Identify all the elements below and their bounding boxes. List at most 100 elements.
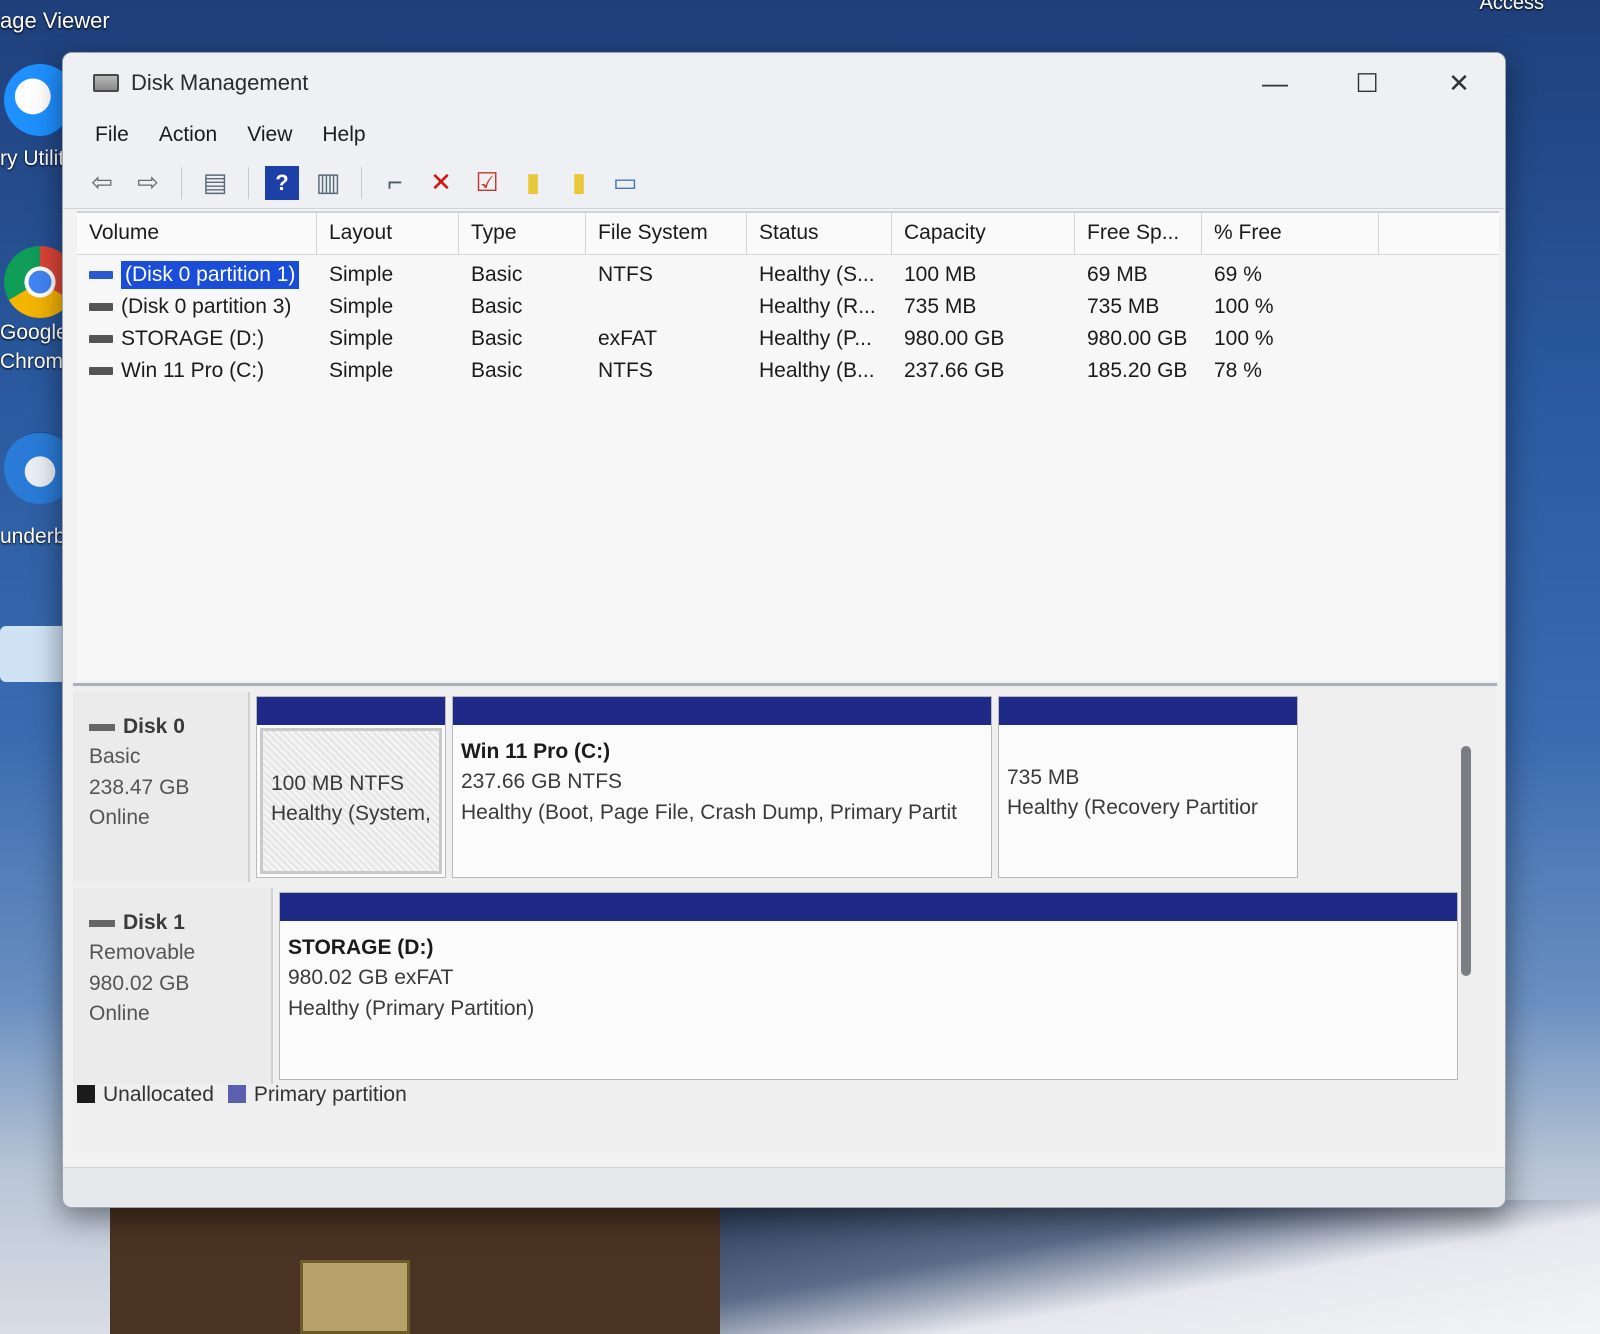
snow-scenery	[720, 1200, 1600, 1334]
drive-icon	[89, 367, 113, 375]
drive-icon	[89, 303, 113, 311]
drive-icon	[89, 335, 113, 343]
column-status[interactable]: Status	[747, 213, 892, 254]
menu-action[interactable]: Action	[159, 123, 217, 147]
partition-system[interactable]: 100 MB NTFS Healthy (System,	[256, 696, 446, 878]
partition-recovery[interactable]: 735 MB Healthy (Recovery Partitior	[998, 696, 1298, 878]
partition-status: Healthy (Primary Partition)	[288, 996, 535, 1020]
folder-search-icon[interactable]: ▮	[562, 166, 596, 200]
partition-bar	[999, 697, 1297, 725]
volume-list: Volume Layout Type File System Status Ca…	[77, 211, 1499, 681]
folder-up-icon[interactable]: ▮	[516, 166, 550, 200]
properties-icon[interactable]: ☑	[470, 166, 504, 200]
volume-status: Healthy (P...	[759, 327, 872, 350]
column-percent-free[interactable]: % Free	[1202, 213, 1379, 254]
volume-row[interactable]: (Disk 0 partition 1) Simple Basic NTFS H…	[77, 259, 1499, 291]
column-layout[interactable]: Layout	[317, 213, 459, 254]
disk-1-label[interactable]: Disk 1 Removable 980.02 GB Online	[73, 888, 273, 1084]
partition-size: 980.02 GB exFAT	[288, 966, 454, 990]
close-button[interactable]: ✕	[1413, 53, 1505, 113]
partition-c[interactable]: Win 11 Pro (C:) 237.66 GB NTFS Healthy (…	[452, 696, 992, 878]
column-volume[interactable]: Volume	[77, 213, 317, 254]
console-tree-icon[interactable]: ▤	[198, 166, 232, 200]
menu-bar: File Action View Help	[63, 113, 1505, 157]
volume-name: (Disk 0 partition 3)	[121, 295, 292, 318]
partition-d[interactable]: STORAGE (D:) 980.02 GB exFAT Healthy (Pr…	[279, 892, 1458, 1080]
volume-percent-free: 78 %	[1214, 359, 1262, 382]
delete-icon[interactable]: ✕	[424, 166, 458, 200]
volume-free-space: 980.00 GB	[1087, 327, 1188, 350]
cabin-scenery	[110, 1195, 730, 1334]
toolbar-separator	[181, 166, 182, 199]
disk-management-window: Disk Management — ☐ ✕ File Action View H…	[62, 52, 1506, 1208]
volume-capacity: 735 MB	[904, 295, 977, 318]
volume-capacity: 237.66 GB	[904, 359, 1005, 382]
window-icon[interactable]: ▭	[608, 166, 642, 200]
volume-type: Basic	[471, 263, 523, 286]
disk-size: 980.02 GB	[89, 971, 190, 995]
disk-0-row: Disk 0 Basic 238.47 GB Online 100 MB NTF…	[73, 692, 1458, 882]
desktop-top-left-label: age Viewer	[0, 8, 110, 33]
column-capacity[interactable]: Capacity	[892, 213, 1075, 254]
volume-percent-free: 100 %	[1214, 295, 1274, 318]
disk-kind: Removable	[89, 941, 196, 965]
help-icon[interactable]: ?	[265, 165, 299, 200]
volume-layout: Simple	[329, 263, 394, 286]
volume-status: Healthy (B...	[759, 359, 875, 382]
volume-free-space: 185.20 GB	[1087, 359, 1188, 382]
volume-capacity: 100 MB	[904, 263, 977, 286]
legend-label: Unallocated	[103, 1083, 214, 1106]
volume-percent-free: 100 %	[1214, 327, 1274, 350]
menu-help[interactable]: Help	[322, 123, 365, 147]
back-arrow-icon[interactable]: ⇦	[85, 166, 119, 200]
disk-management-desktop-icon[interactable]	[0, 626, 70, 682]
volume-capacity: 980.00 GB	[904, 327, 1005, 350]
volume-row[interactable]: STORAGE (D:) Simple Basic exFAT Healthy …	[77, 323, 1499, 355]
forward-arrow-icon[interactable]: ⇨	[131, 166, 165, 200]
partition-status: Healthy (System,	[271, 802, 431, 826]
volume-name: STORAGE (D:)	[121, 327, 265, 350]
volume-layout: Simple	[329, 327, 394, 350]
partition-status: Healthy (Recovery Partitior	[1007, 796, 1258, 820]
volume-status: Healthy (S...	[759, 263, 875, 286]
volume-file-system: exFAT	[598, 327, 658, 350]
disk-management-icon	[93, 74, 119, 92]
volume-layout: Simple	[329, 359, 394, 382]
partition-size: 237.66 GB NTFS	[461, 770, 623, 794]
volume-file-system: NTFS	[598, 359, 653, 382]
menu-view[interactable]: View	[247, 123, 292, 147]
minimize-button[interactable]: —	[1229, 53, 1321, 113]
volume-file-system: NTFS	[598, 263, 653, 286]
volume-row[interactable]: Win 11 Pro (C:) Simple Basic NTFS Health…	[77, 355, 1499, 387]
maximize-button[interactable]: ☐	[1321, 53, 1413, 113]
partition-name: STORAGE (D:)	[288, 936, 434, 959]
disk-icon	[89, 723, 115, 731]
column-type[interactable]: Type	[459, 213, 586, 254]
view-icon[interactable]: ▥	[311, 166, 345, 200]
legend: Unallocated Primary partition	[77, 1083, 407, 1107]
partition-status: Healthy (Boot, Page File, Crash Dump, Pr…	[461, 800, 958, 824]
disk-1-row: Disk 1 Removable 980.02 GB Online STORAG…	[73, 888, 1458, 1084]
legend-unallocated: Unallocated	[77, 1083, 214, 1107]
volume-type: Basic	[471, 359, 523, 382]
disk-name: Disk 0	[123, 715, 185, 738]
primary-swatch	[227, 1085, 246, 1103]
disk-name: Disk 1	[123, 911, 185, 934]
volume-name: (Disk 0 partition 1)	[121, 261, 300, 289]
menu-file[interactable]: File	[95, 123, 129, 147]
connect-icon[interactable]: ⌐	[378, 166, 412, 200]
cabin-door	[300, 1260, 410, 1334]
disk-0-label[interactable]: Disk 0 Basic 238.47 GB Online	[73, 692, 250, 882]
partition-name: Win 11 Pro (C:)	[461, 740, 611, 763]
unallocated-swatch	[77, 1085, 95, 1103]
title-bar[interactable]: Disk Management — ☐ ✕	[63, 53, 1505, 113]
volume-type: Basic	[471, 327, 523, 350]
disk-size: 238.47 GB	[89, 775, 190, 799]
partition-bar	[453, 697, 991, 725]
volume-row[interactable]: (Disk 0 partition 3) Simple Basic Health…	[77, 291, 1499, 323]
column-file-system[interactable]: File System	[586, 213, 747, 254]
column-free-space[interactable]: Free Sp...	[1075, 213, 1202, 254]
vertical-scrollbar[interactable]	[1461, 746, 1471, 976]
disk-state: Online	[89, 1002, 150, 1026]
volume-type: Basic	[471, 295, 523, 318]
